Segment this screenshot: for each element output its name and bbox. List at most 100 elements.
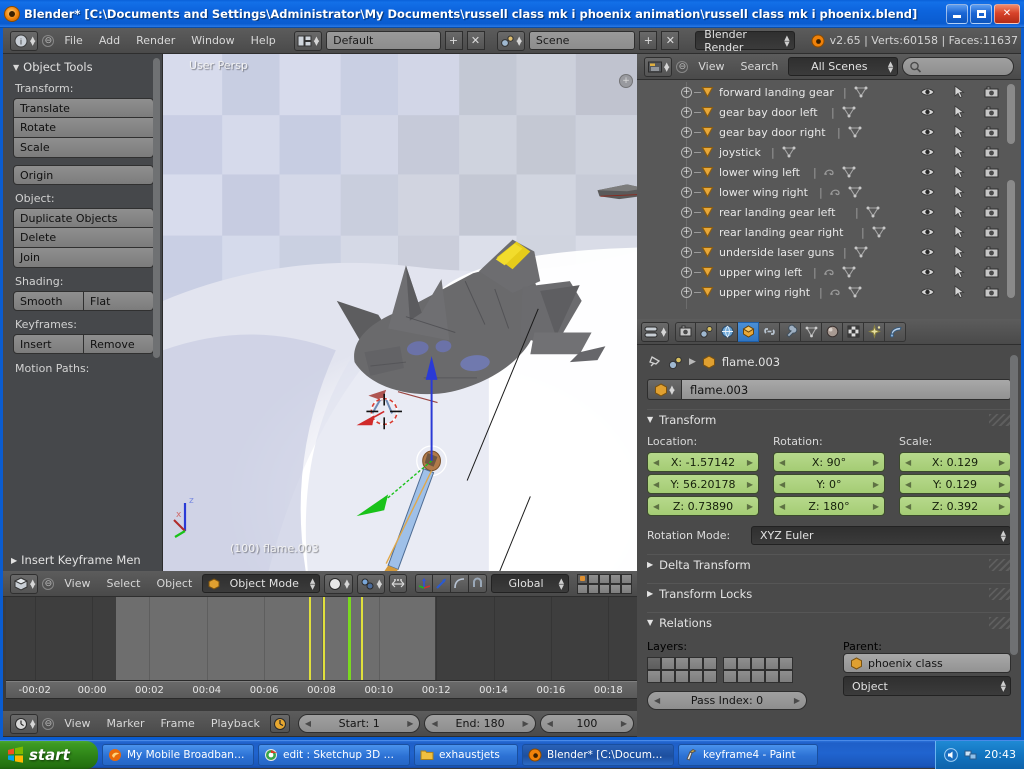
layer-cell[interactable] xyxy=(723,670,737,683)
interaction-mode-dropdown[interactable]: Object Mode ▲▼ xyxy=(202,574,320,593)
eye-icon[interactable] xyxy=(920,226,935,238)
smooth-button[interactable]: Smooth xyxy=(13,291,84,311)
layer-block-a[interactable] xyxy=(647,657,717,683)
outliner-search-input[interactable] xyxy=(902,57,1014,76)
scene-breadcrumb-icon[interactable] xyxy=(668,355,683,370)
mesh-data-icon[interactable] xyxy=(841,165,857,179)
location-y-field[interactable]: ◀Y: 56.20178▶ xyxy=(647,474,759,494)
arrow-select-icon[interactable] xyxy=(953,185,966,199)
arrow-select-icon[interactable] xyxy=(953,245,966,259)
frame-start-field[interactable]: ◀ Start: 1 ▶ xyxy=(298,714,421,733)
parent-object-field[interactable]: phoenix class xyxy=(843,653,1011,673)
frame-end-field[interactable]: ◀ End: 180 ▶ xyxy=(424,714,535,733)
location-x-field[interactable]: ◀X: -1.57142▶ xyxy=(647,452,759,472)
end-dec-arrow-icon[interactable]: ◀ xyxy=(431,719,437,728)
eye-icon[interactable] xyxy=(920,86,935,98)
mesh-data-icon[interactable] xyxy=(841,105,857,119)
outliner-row[interactable]: +upper wing right| xyxy=(637,282,1021,302)
expand-icon[interactable]: + xyxy=(681,267,692,278)
outliner-menu-view[interactable]: View xyxy=(692,58,730,75)
parent-type-dropdown[interactable]: Object ▲▼ xyxy=(843,676,1011,696)
arrow-select-icon[interactable] xyxy=(953,205,966,219)
arrow-select-icon[interactable] xyxy=(953,285,966,299)
delta-transform-panel-header[interactable]: ▶ Delta Transform xyxy=(647,554,1011,574)
mesh-data-icon[interactable] xyxy=(781,145,797,159)
mesh-data-icon[interactable] xyxy=(853,245,869,259)
taskbar-item[interactable]: edit : Sketchup 3D m... xyxy=(258,744,410,766)
render-camera-icon[interactable] xyxy=(984,266,999,279)
arrow-select-icon[interactable] xyxy=(953,105,966,119)
outliner-row[interactable]: +gear bay door left| xyxy=(637,102,1021,122)
timeline-collapse-icon[interactable]: ⊖ xyxy=(42,718,54,730)
eye-icon[interactable] xyxy=(920,186,935,198)
start-inc-arrow-icon[interactable]: ▶ xyxy=(407,719,413,728)
transform-panel-header[interactable]: ▼ Transform xyxy=(647,409,1011,429)
arrow-select-icon[interactable] xyxy=(953,165,966,179)
rotate-button[interactable]: Rotate xyxy=(13,118,154,138)
physics-tab[interactable] xyxy=(885,322,906,342)
remove-keyframe-button[interactable]: Remove xyxy=(84,334,154,354)
location-z-field[interactable]: ◀Z: 0.73890▶ xyxy=(647,496,759,516)
sync-mode-button[interactable] xyxy=(270,714,290,733)
object-layers-widget[interactable] xyxy=(647,657,829,683)
viewport-toolshelf-toggle-icon[interactable]: + xyxy=(619,74,633,88)
layer-cell[interactable] xyxy=(675,657,689,670)
screen-layout-add-button[interactable]: + xyxy=(445,31,463,50)
timeline-ruler[interactable]: -00:0200:0000:0200:0400:0600:0800:1000:1… xyxy=(6,681,637,699)
origin-button[interactable]: Origin xyxy=(13,165,154,185)
layer-cell[interactable] xyxy=(703,670,717,683)
scale-button[interactable]: Scale xyxy=(13,138,154,158)
render-camera-icon[interactable] xyxy=(984,166,999,179)
viewport-menu-view[interactable]: View xyxy=(58,575,96,592)
menu-file[interactable]: File xyxy=(58,32,88,49)
outliner-row[interactable]: +rear landing gear right| xyxy=(637,222,1021,242)
outliner-row[interactable]: +lower wing left| xyxy=(637,162,1021,182)
scale-z-field[interactable]: ◀Z: 0.392▶ xyxy=(899,496,1011,516)
layer-block-b[interactable] xyxy=(723,657,793,683)
timeline-menu-marker[interactable]: Marker xyxy=(101,715,151,732)
layer-cell[interactable] xyxy=(689,657,703,670)
outliner-collapse-icon[interactable]: ⊖ xyxy=(676,61,688,73)
layer-cell[interactable] xyxy=(751,657,765,670)
expand-icon[interactable]: + xyxy=(681,87,692,98)
arrow-select-icon[interactable] xyxy=(953,265,966,279)
layer-cell[interactable] xyxy=(723,657,737,670)
render-camera-icon[interactable] xyxy=(984,286,999,299)
render-camera-icon[interactable] xyxy=(984,226,999,239)
taskbar-item[interactable]: My Mobile Broadband... xyxy=(102,744,254,766)
rotation-mode-dropdown[interactable]: XYZ Euler ▲▼ xyxy=(751,526,1011,545)
scene-delete-button[interactable]: ✕ xyxy=(661,31,679,50)
eye-icon[interactable] xyxy=(920,166,935,178)
object-name-input[interactable]: flame.003 xyxy=(681,379,1011,400)
timeline-keyframe-marker[interactable] xyxy=(361,597,363,680)
rotation-z-field[interactable]: ◀Z: 180°▶ xyxy=(773,496,885,516)
particles-tab[interactable] xyxy=(864,322,885,342)
layer-cell[interactable] xyxy=(588,584,599,594)
layer-cell-active[interactable] xyxy=(577,574,588,584)
volume-icon[interactable] xyxy=(944,748,958,762)
layer-cell[interactable] xyxy=(689,670,703,683)
timeline-menu-view[interactable]: View xyxy=(58,715,96,732)
relations-panel-header[interactable]: ▼ Relations xyxy=(647,612,1011,632)
scale-manipulator-button[interactable] xyxy=(451,574,469,593)
menu-add[interactable]: Add xyxy=(93,32,126,49)
animation-data-icon[interactable] xyxy=(829,186,842,198)
frame-dec-arrow-icon[interactable]: ◀ xyxy=(547,719,553,728)
eye-icon[interactable] xyxy=(920,126,935,138)
timeline-current-frame-indicator[interactable] xyxy=(348,597,351,680)
render-engine-dropdown[interactable]: Blender Render ▲▼ xyxy=(695,31,794,50)
snap-during-transform-icon[interactable] xyxy=(389,574,407,593)
pass-index-field[interactable]: ◀ Pass Index: 0 ▶ xyxy=(647,691,807,710)
animation-data-icon[interactable] xyxy=(823,166,836,178)
menu-window[interactable]: Window xyxy=(185,32,240,49)
render-camera-icon[interactable] xyxy=(984,146,999,159)
viewport-shading-button[interactable]: ▲▼ xyxy=(324,574,352,594)
rotation-y-field[interactable]: ◀Y: 0°▶ xyxy=(773,474,885,494)
editor-type-timeline-button[interactable]: ▲▼ xyxy=(10,714,38,734)
scene-add-button[interactable]: + xyxy=(639,31,657,50)
layer-cell[interactable] xyxy=(661,657,675,670)
render-camera-icon[interactable] xyxy=(984,126,999,139)
taskbar-item[interactable]: Blender* [C:\Docume... xyxy=(522,744,674,766)
expand-icon[interactable]: + xyxy=(681,187,692,198)
layer-cell[interactable] xyxy=(751,670,765,683)
